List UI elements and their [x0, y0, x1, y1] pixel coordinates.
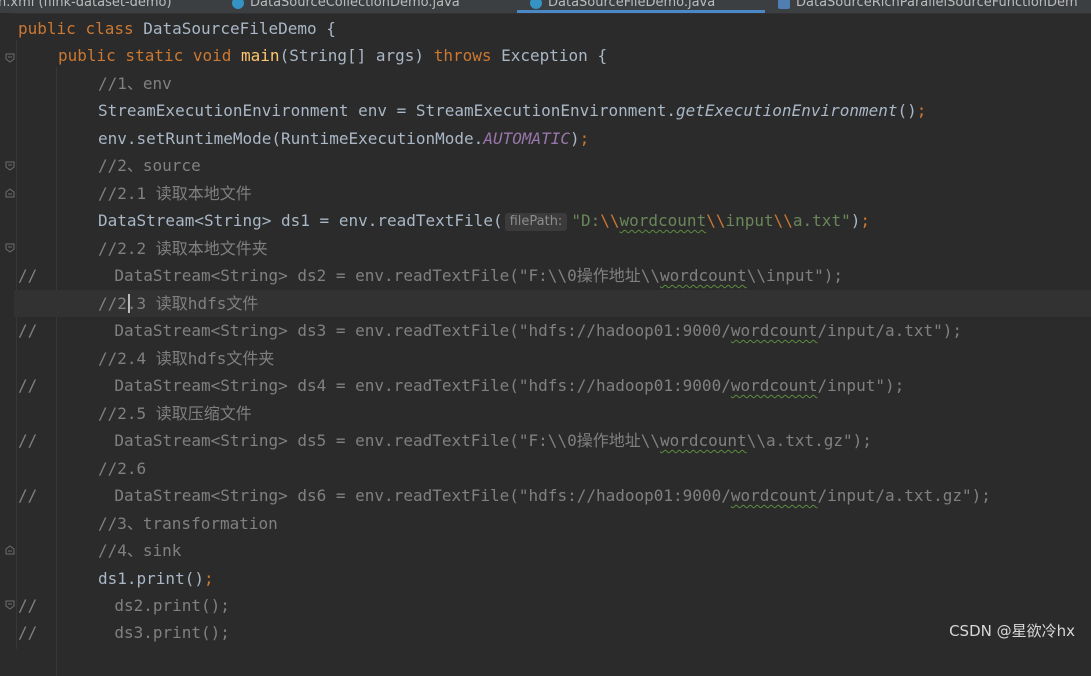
code-line-12: // DataStream<String> ds3 = env.readText… [18, 321, 963, 340]
editor-gutter [0, 13, 15, 649]
java-class-icon [232, 0, 244, 9]
tab-datasource-rich-parallel[interactable]: DataSourceRichParallelSourceFunctionDem [778, 0, 1078, 13]
code-line-5: env.setRuntimeMode(RuntimeExecutionMode.… [98, 129, 590, 148]
csdn-watermark: CSDN @星欲冷hx [949, 622, 1075, 640]
fold-collapse-icon[interactable] [5, 243, 15, 253]
tab-datasource-collection-demo[interactable]: DataSourceCollectionDemo.java [232, 0, 460, 13]
code-line-9: //2.2 读取本地文件夹 [98, 239, 268, 258]
code-line-22: // ds2.print(); [18, 596, 230, 615]
code-line-17: //2.6 [98, 459, 147, 478]
java-file-icon [778, 0, 790, 9]
code-line-13: //2.4 读取hdfs文件夹 [98, 349, 275, 368]
code-line-15: //2.5 读取压缩文件 [98, 404, 252, 423]
parameter-hint: filePath: [504, 213, 568, 231]
code-line-3: //1、env [98, 74, 172, 93]
fold-expand-icon[interactable] [5, 545, 15, 555]
code-line-18: // DataStream<String> ds6 = env.readText… [18, 486, 991, 505]
code-line-2: public static void main(String[] args) t… [58, 46, 608, 65]
code-line-11-current: //2.3 读取hdfs文件 [0, 290, 1091, 317]
editor-tab-bar: n.xml (flink-dataset-demo) DataSourceCol… [0, 0, 1091, 14]
code-line-19: //3、transformation [98, 514, 278, 533]
code-line-6: //2、source [98, 156, 201, 175]
code-line-16: // DataStream<String> ds5 = env.readText… [18, 431, 872, 450]
code-line-4: StreamExecutionEnvironment env = StreamE… [98, 101, 927, 120]
fold-collapse-icon[interactable] [5, 600, 15, 610]
code-line-10: // DataStream<String> ds2 = env.readText… [18, 266, 844, 285]
code-line-7: //2.1 读取本地文件 [98, 184, 252, 203]
tab-label: n.xml (flink-dataset-demo) [0, 0, 172, 10]
tab-label: DataSourceRichParallelSourceFunctionDem [796, 0, 1078, 10]
fold-collapse-icon[interactable] [5, 161, 15, 171]
tab-label: DataSourceFileDemo.java [548, 0, 716, 10]
tab-pom-xml[interactable]: n.xml (flink-dataset-demo) [0, 0, 172, 13]
fold-expand-icon[interactable] [5, 188, 15, 198]
code-line-21: ds1.print(); [98, 569, 214, 588]
fold-collapse-icon[interactable] [5, 53, 15, 63]
code-line-23: // ds3.print(); [18, 623, 230, 642]
java-class-icon [530, 0, 542, 9]
code-line-20: //4、sink [98, 541, 182, 560]
code-line-14: // DataStream<String> ds4 = env.readText… [18, 376, 905, 395]
code-editor[interactable]: public class DataSourceFileDemo { public… [0, 13, 1091, 676]
tab-label: DataSourceCollectionDemo.java [250, 0, 460, 10]
code-line-8: DataStream<String> ds1 = env.readTextFil… [98, 211, 870, 231]
code-line-1: public class DataSourceFileDemo { [18, 19, 336, 38]
